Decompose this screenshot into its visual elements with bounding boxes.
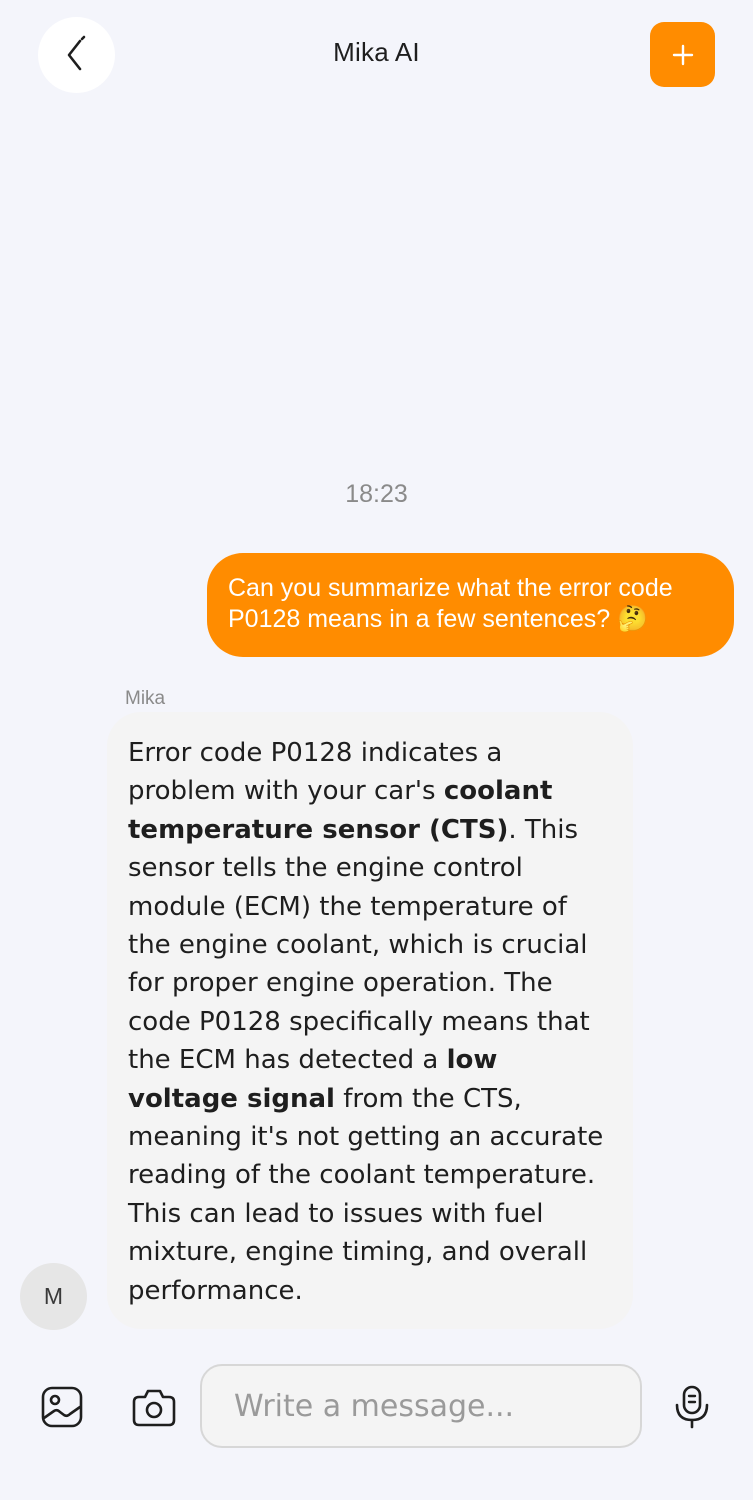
new-chat-button[interactable]: [650, 22, 715, 87]
bot-sender-name: Mika: [125, 688, 166, 709]
camera-button[interactable]: [130, 1383, 178, 1431]
user-message-bubble: Can you summarize what the error code P0…: [207, 553, 734, 657]
image-icon: [41, 1386, 83, 1428]
bot-message-text: . This sensor tells the engine control m…: [128, 814, 590, 1076]
message-timestamp: 18:23: [345, 480, 408, 508]
attach-image-button[interactable]: [38, 1383, 86, 1431]
voice-message-button[interactable]: [668, 1383, 716, 1431]
chat-screen: Mika AI 18:23 Can you summarize what the…: [0, 0, 753, 1500]
page-title: Mika AI: [333, 37, 420, 67]
message-input[interactable]: [200, 1364, 642, 1448]
plus-icon: [672, 44, 693, 65]
bot-message-bubble: Error code P0128 indicates a problem wit…: [107, 712, 633, 1329]
microphone-icon: [675, 1385, 709, 1429]
bot-avatar: M: [20, 1263, 87, 1330]
bot-message-text: from the CTS, meaning it's not getting a…: [128, 1083, 604, 1306]
camera-icon: [132, 1389, 176, 1427]
